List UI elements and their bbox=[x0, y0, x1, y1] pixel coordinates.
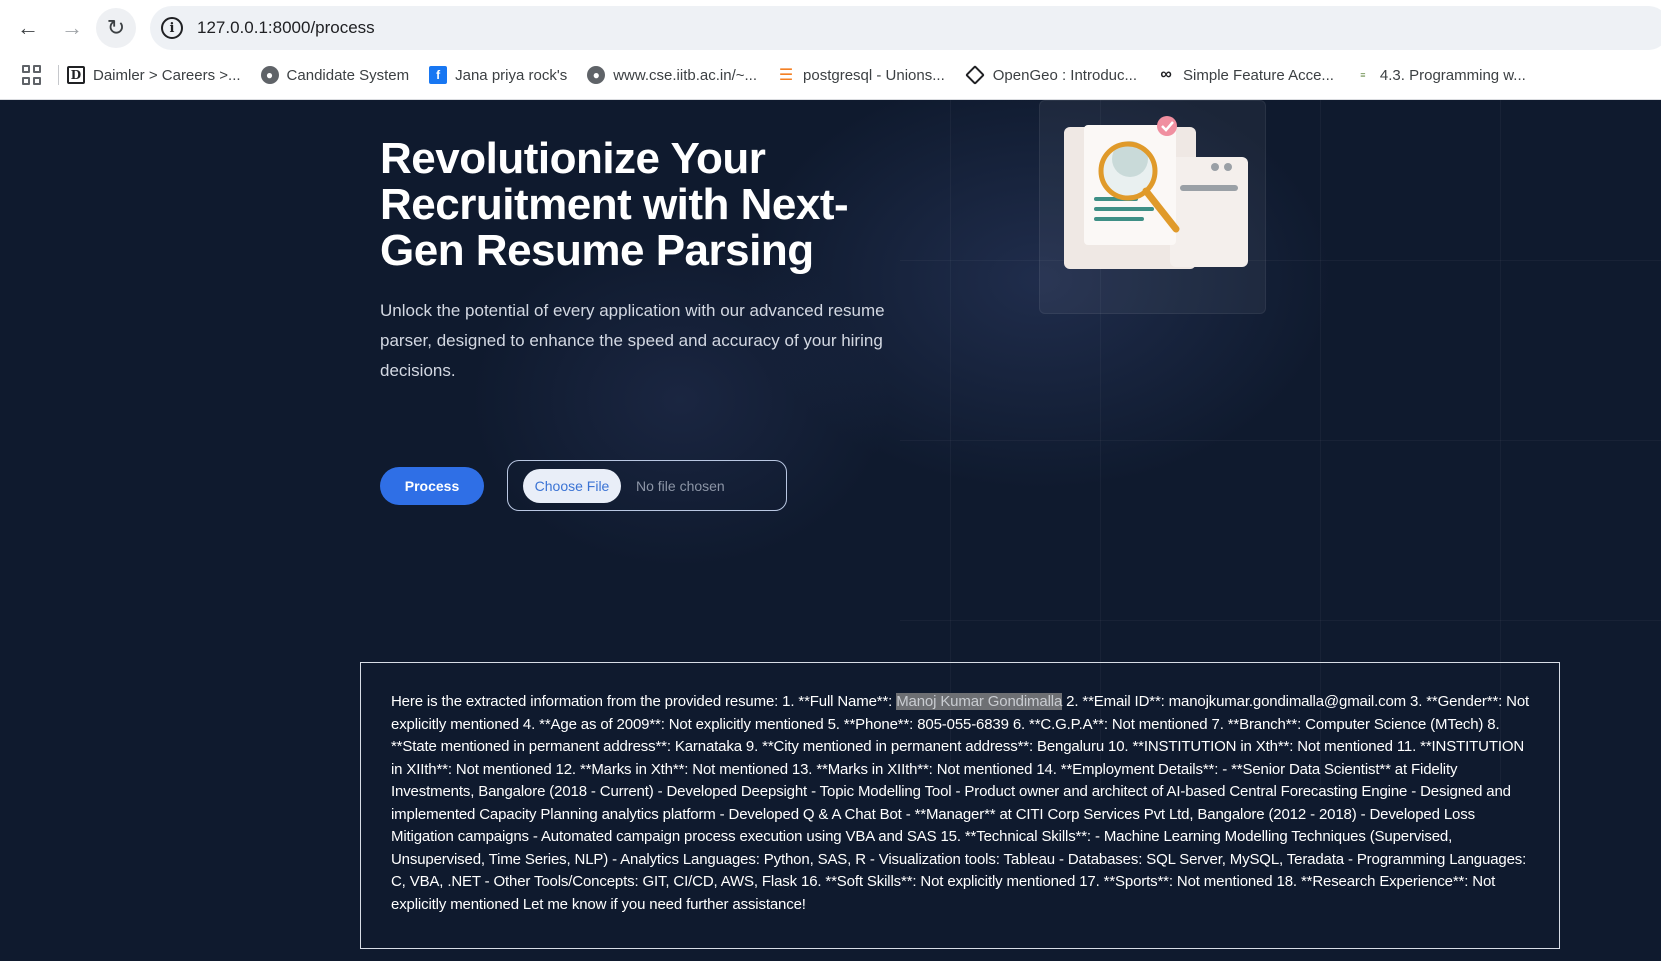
globe-icon: ● bbox=[587, 66, 606, 84]
extraction-result-text: Here is the extracted information from t… bbox=[391, 691, 1531, 916]
openbm-icon: ≡ bbox=[1360, 69, 1366, 80]
background-grid-line bbox=[900, 260, 1661, 261]
reload-icon[interactable]: ↻ bbox=[96, 8, 136, 48]
bookmarks-divider bbox=[58, 65, 59, 85]
ogc-icon: ∞ bbox=[1160, 66, 1172, 83]
bookmark-opengeo[interactable]: OpenGeo : Introduc... bbox=[964, 65, 1138, 85]
bookmark-label: Simple Feature Acce... bbox=[1183, 66, 1334, 84]
bookmark-label: Jana priya rock's bbox=[455, 66, 568, 84]
bookmark-label: www.cse.iitb.ac.in/~... bbox=[613, 66, 758, 84]
stackoverflow-icon: ☰ bbox=[778, 67, 794, 84]
bookmark-label: 4.3. Programming w... bbox=[1379, 66, 1526, 84]
process-button[interactable]: Process bbox=[380, 467, 484, 505]
opengeo-icon bbox=[964, 65, 985, 85]
browser-chrome: ← → ↻ i 127.0.0.1:8000/process D Daimler… bbox=[0, 0, 1661, 100]
bookmarks-bar: D Daimler > Careers >... ● Candidate Sys… bbox=[0, 58, 1661, 92]
facebook-icon: f bbox=[429, 66, 448, 84]
background-grid-line bbox=[900, 440, 1661, 441]
bookmark-postgresql[interactable]: ☰ postgresql - Unions... bbox=[777, 66, 945, 85]
bookmark-daimler[interactable]: D Daimler > Careers >... bbox=[67, 66, 241, 84]
resume-search-icon bbox=[1064, 116, 1248, 269]
bookmark-programming[interactable]: ≡ 4.3. Programming w... bbox=[1354, 66, 1526, 84]
result-text-segment: 2. **Email ID**: manojkumar.gondimalla@g… bbox=[391, 693, 1530, 913]
choose-file-button[interactable]: Choose File bbox=[523, 468, 621, 503]
extraction-result-panel: Here is the extracted information from t… bbox=[360, 662, 1560, 949]
bookmark-iitb[interactable]: ● www.cse.iitb.ac.in/~... bbox=[587, 66, 757, 84]
globe-icon: ● bbox=[260, 66, 279, 84]
file-upload-input[interactable]: Choose File No file chosen bbox=[507, 460, 787, 511]
daimler-icon: D bbox=[67, 66, 85, 84]
bookmark-label: postgresql - Unions... bbox=[803, 66, 945, 84]
site-info-icon[interactable]: i bbox=[161, 17, 183, 39]
bookmark-facebook[interactable]: f Jana priya rock's bbox=[429, 66, 567, 84]
bookmark-label: Candidate System bbox=[286, 66, 410, 84]
hero-subtitle: Unlock the potential of every applicatio… bbox=[380, 301, 885, 380]
forward-arrow-icon[interactable]: → bbox=[52, 8, 92, 48]
bookmark-label: OpenGeo : Introduc... bbox=[992, 66, 1138, 84]
file-status-text: No file chosen bbox=[636, 477, 725, 494]
apps-grid-icon[interactable] bbox=[22, 65, 42, 85]
url-text[interactable]: 127.0.0.1:8000/process bbox=[197, 18, 375, 38]
page-content: Revolutionize Your Recruitment with Next… bbox=[0, 100, 1661, 961]
bookmark-candidate-system[interactable]: ● Candidate System bbox=[260, 66, 410, 84]
selected-text-highlight: Manoj Kumar Gondimalla bbox=[896, 693, 1063, 710]
back-arrow-icon[interactable]: ← bbox=[8, 8, 48, 48]
resume-illustration bbox=[1039, 100, 1266, 314]
address-bar[interactable]: i 127.0.0.1:8000/process bbox=[150, 6, 1661, 50]
result-text-segment: Here is the extracted information from t… bbox=[391, 693, 897, 710]
background-grid-line bbox=[900, 620, 1661, 621]
bookmark-label: Daimler > Careers >... bbox=[93, 66, 241, 84]
bookmark-simple-feature[interactable]: ∞ Simple Feature Acce... bbox=[1157, 66, 1334, 84]
hero-title: Revolutionize Your Recruitment with Next… bbox=[380, 134, 849, 275]
